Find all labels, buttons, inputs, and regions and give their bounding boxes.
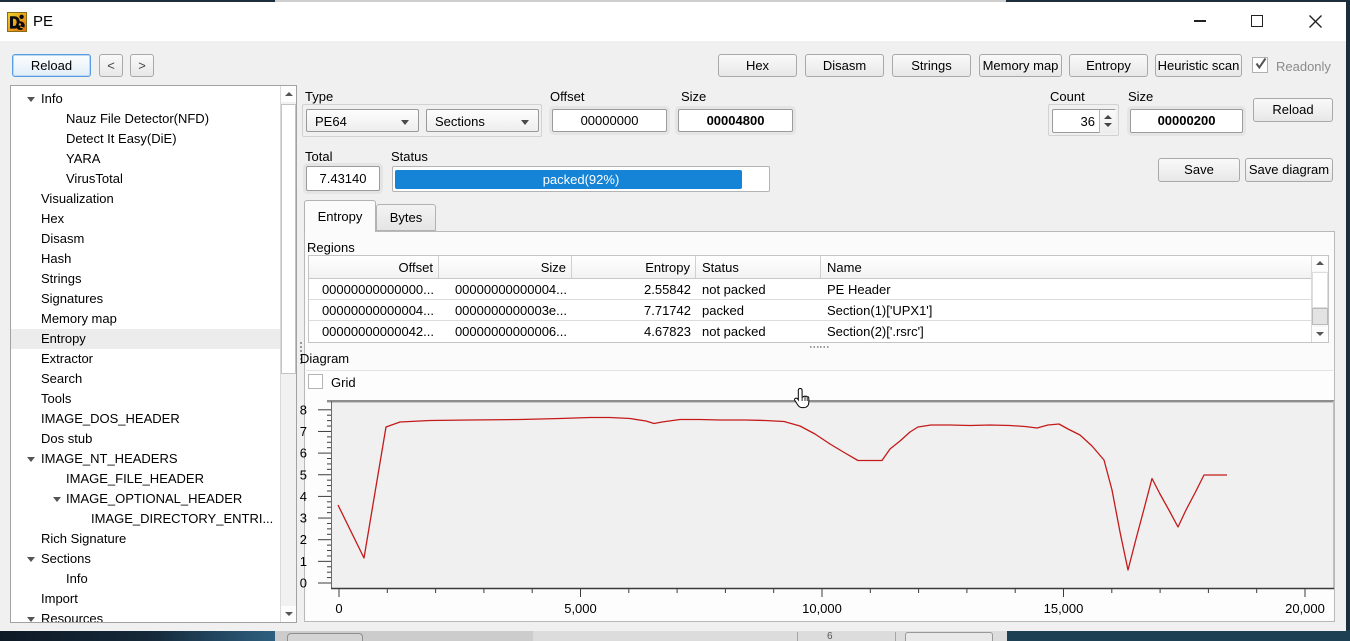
svg-text:3: 3 — [300, 511, 307, 526]
svg-text:0: 0 — [335, 601, 342, 616]
svg-text:20,000: 20,000 — [1285, 601, 1325, 616]
svg-text:2: 2 — [300, 532, 307, 547]
svg-text:8: 8 — [300, 402, 307, 417]
svg-text:5,000: 5,000 — [564, 601, 597, 616]
svg-text:7: 7 — [300, 424, 307, 439]
svg-text:5: 5 — [300, 467, 307, 482]
svg-text:15,000: 15,000 — [1044, 601, 1084, 616]
svg-text:10,000: 10,000 — [802, 601, 842, 616]
svg-text:0: 0 — [300, 576, 307, 591]
svg-text:4: 4 — [300, 489, 307, 504]
svg-text:6: 6 — [300, 446, 307, 461]
svg-text:1: 1 — [300, 554, 307, 569]
